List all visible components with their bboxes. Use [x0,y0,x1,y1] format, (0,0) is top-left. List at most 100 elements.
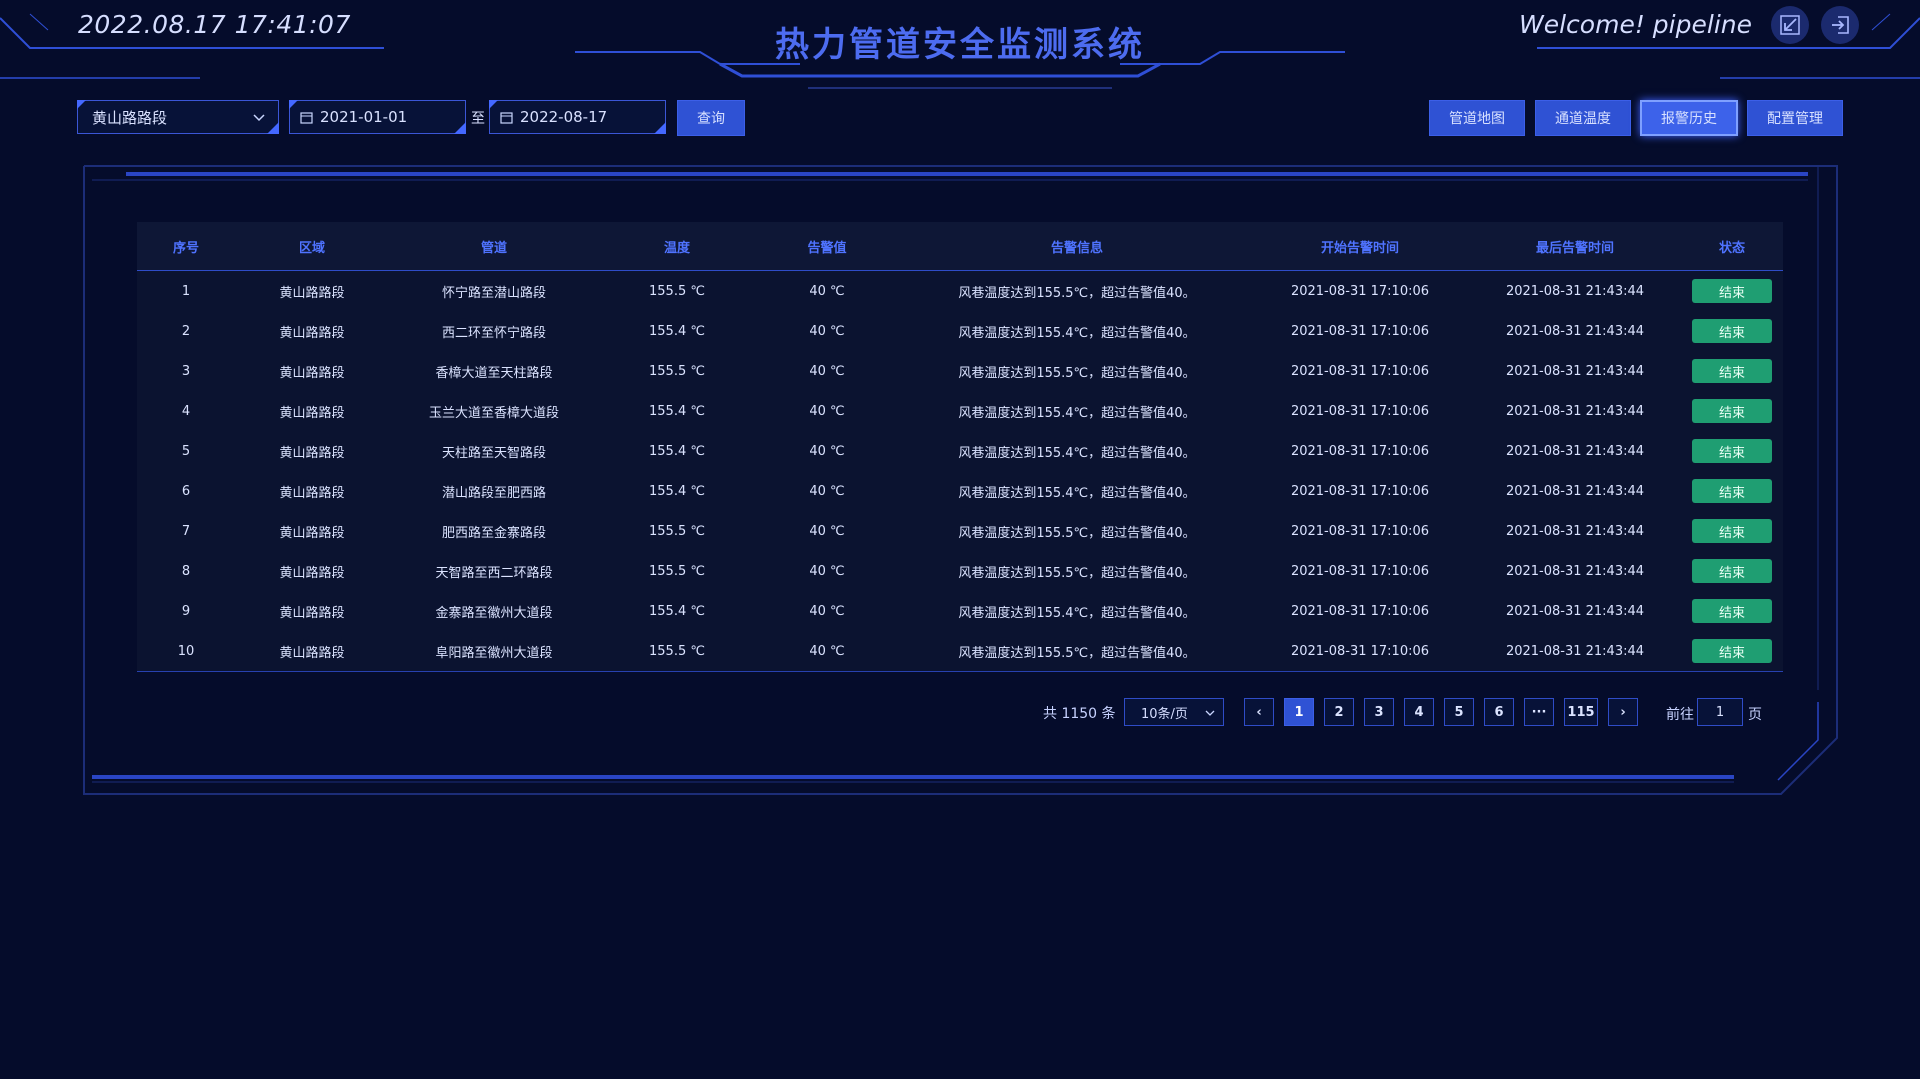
cell-end-time: 2021-08-31 21:43:44 [1505,443,1645,459]
cell-start-time: 2021-08-31 17:10:06 [1290,403,1430,419]
cell-start-time: 2021-08-31 17:10:06 [1290,523,1430,539]
cell-alarm-info: 风巷温度达到155.4℃，超过告警值40。 [958,445,1196,461]
minimize-button[interactable] [1771,6,1809,44]
cell-start-time: 2021-08-31 17:10:06 [1290,323,1430,339]
cell-temperature: 155.5 ℃ [649,563,705,579]
cell-status: 结束 [1672,311,1792,351]
page-button-1[interactable]: 1 [1284,698,1314,726]
chevron-down-icon [253,114,265,122]
cell-end-time: 2021-08-31 21:43:44 [1505,363,1645,379]
date-separator: 至 [471,111,485,127]
cell-end-time: 2021-08-31 21:43:44 [1505,603,1645,619]
cell-region: 黄山路路段 [279,485,345,501]
status-badge: 结束 [1692,279,1772,303]
status-badge: 结束 [1692,559,1772,583]
cell-temperature: 155.4 ℃ [649,603,705,619]
cell-start-time: 2021-08-31 17:10:06 [1290,603,1430,619]
cell-alarm-info: 风巷温度达到155.4℃，超过告警值40。 [958,325,1196,341]
cell-pipeline: 金寨路至徽州大道段 [435,605,553,621]
cell-end-time: 2021-08-31 21:43:44 [1505,283,1645,299]
cell-status: 结束 [1672,351,1792,391]
page-button-115[interactable]: 115 [1564,698,1598,726]
cell-alarm-value: 40 ℃ [809,563,845,579]
cell-pipeline: 玉兰大道至香樟大道段 [428,405,559,421]
cell-index: 2 [181,323,191,339]
cell-end-time: 2021-08-31 21:43:44 [1505,483,1645,499]
table-row: 7 黄山路路段 肥西路至金寨路段 155.5 ℃ 40 ℃ 风巷温度达到155.5℃，超过… [137,511,1783,552]
page-button-5[interactable]: 5 [1444,698,1474,726]
cell-status: 结束 [1672,431,1792,471]
nav-channel-temperature[interactable]: 通道温度 [1535,100,1631,136]
cell-alarm-info: 风巷温度达到155.5℃，超过告警值40。 [958,285,1196,301]
cell-status: 结束 [1672,591,1792,631]
table-row: 9 黄山路路段 金寨路至徽州大道段 155.4 ℃ 40 ℃ 风巷温度达到155.4℃，超… [137,591,1783,632]
cell-alarm-info: 风巷温度达到155.5℃，超过告警值40。 [958,525,1196,541]
prev-page-button[interactable]: ‹ [1244,698,1274,726]
cell-region: 黄山路路段 [279,365,345,381]
cell-temperature: 155.5 ℃ [649,363,705,379]
cell-start-time: 2021-08-31 17:10:06 [1290,643,1430,659]
next-page-button[interactable]: › [1608,698,1638,726]
cell-pipeline: 香樟大道至天柱路段 [435,365,553,381]
status-badge: 结束 [1692,519,1772,543]
logout-button[interactable] [1821,6,1859,44]
table-row: 4 黄山路路段 玉兰大道至香樟大道段 155.4 ℃ 40 ℃ 风巷温度达到155.4℃，… [137,391,1783,432]
cell-index: 1 [181,283,191,299]
cell-index: 10 [177,643,195,659]
column-header: 告警值 [807,240,847,256]
table-row: 3 黄山路路段 香樟大道至天柱路段 155.5 ℃ 40 ℃ 风巷温度达到155.5℃，超… [137,351,1783,392]
nav-pipeline-map[interactable]: 管道地图 [1429,100,1525,136]
cell-status: 结束 [1672,551,1792,591]
start-date-input[interactable]: 2021-01-01 [289,100,466,134]
calendar-icon [300,112,313,124]
page-button-4[interactable]: 4 [1404,698,1434,726]
query-button[interactable]: 查询 [677,100,745,136]
cell-alarm-value: 40 ℃ [809,443,845,459]
cell-pipeline: 阜阳路至徽州大道段 [435,645,553,661]
cell-alarm-info: 风巷温度达到155.4℃，超过告警值40。 [958,405,1196,421]
status-badge: 结束 [1692,359,1772,383]
page-button-2[interactable]: 2 [1324,698,1354,726]
table-row: 2 黄山路路段 西二环至怀宁路段 155.4 ℃ 40 ℃ 风巷温度达到155.4℃，超过… [137,311,1783,352]
page-button-3[interactable]: 3 [1364,698,1394,726]
status-badge: 结束 [1692,439,1772,463]
cell-temperature: 155.5 ℃ [649,643,705,659]
nav-alarm-history[interactable]: 报警历史 [1640,100,1738,136]
page-button-6[interactable]: 6 [1484,698,1514,726]
cell-start-time: 2021-08-31 17:10:06 [1290,363,1430,379]
end-date-value: 2022-08-17 [520,108,608,126]
cell-pipeline: 天柱路至天智路段 [441,445,546,461]
cell-end-time: 2021-08-31 21:43:44 [1505,323,1645,339]
calendar-icon [500,112,513,124]
page-ellipsis[interactable]: ··· [1524,698,1554,726]
page-size-select[interactable]: 10条/页 [1124,698,1224,726]
cell-alarm-info: 风巷温度达到155.5℃，超过告警值40。 [958,365,1196,381]
status-badge: 结束 [1692,399,1772,423]
cell-pipeline: 怀宁路至潜山路段 [441,285,546,301]
status-badge: 结束 [1692,599,1772,623]
page-size-value: 10条/页 [1141,706,1188,722]
goto-page-input[interactable]: 1 [1697,698,1743,726]
status-badge: 结束 [1692,639,1772,663]
column-header: 温度 [663,240,690,256]
region-select[interactable]: 黄山路路段 [77,100,279,134]
end-date-input[interactable]: 2022-08-17 [489,100,666,134]
cell-pipeline: 潜山路段至肥西路 [441,485,546,501]
cell-end-time: 2021-08-31 21:43:44 [1505,643,1645,659]
cell-region: 黄山路路段 [279,525,345,541]
cell-status: 结束 [1672,471,1792,511]
cell-region: 黄山路路段 [279,325,345,341]
cell-region: 黄山路路段 [279,405,345,421]
cell-region: 黄山路路段 [279,445,345,461]
cell-temperature: 155.4 ℃ [649,443,705,459]
cell-alarm-value: 40 ℃ [809,523,845,539]
cell-index: 3 [181,363,191,379]
cell-pipeline: 西二环至怀宁路段 [441,325,546,341]
cell-temperature: 155.4 ℃ [649,403,705,419]
start-date-value: 2021-01-01 [320,108,408,126]
cell-status: 结束 [1672,511,1792,551]
column-header: 状态 [1718,240,1745,256]
nav-config-management[interactable]: 配置管理 [1747,100,1843,136]
cell-alarm-info: 风巷温度达到155.5℃，超过告警值40。 [958,565,1196,581]
status-badge: 结束 [1692,479,1772,503]
